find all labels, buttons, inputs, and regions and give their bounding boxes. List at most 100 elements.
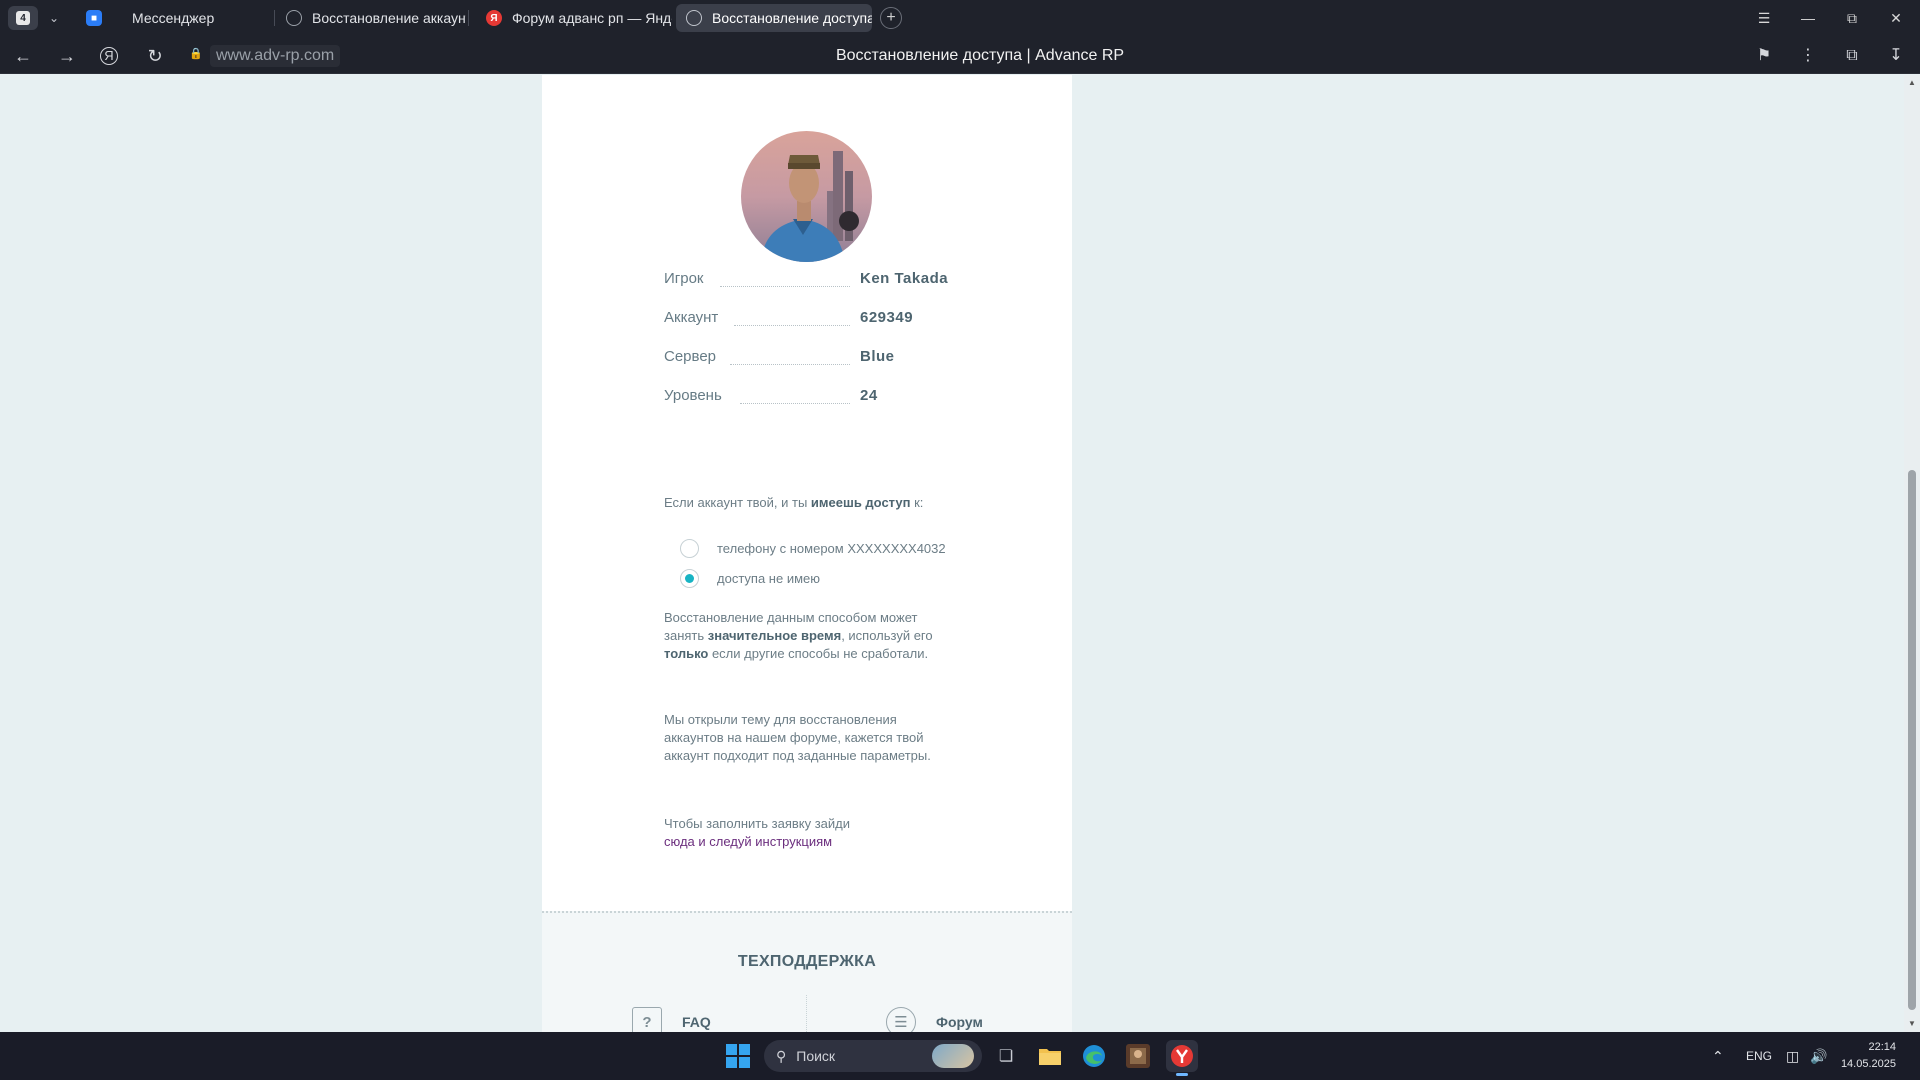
site-favicon-icon	[686, 10, 702, 26]
question-text: Если аккаунт твой, и ты	[664, 495, 811, 510]
forward-icon[interactable]: →	[56, 45, 78, 67]
taskbar: ⚲ Поиск ❏ ⌃ ENG ◫ 🔊 22:14 14.05.2025	[0, 1032, 1920, 1080]
text: Чтобы заполнить заявку зайди	[664, 816, 851, 831]
emphasis: значительное время	[707, 628, 842, 643]
tab-divider	[468, 10, 469, 26]
tab-label: Мессенджер	[132, 10, 215, 26]
dotted-leader	[734, 325, 850, 326]
forum-link[interactable]: ☰ Форум	[886, 1007, 983, 1032]
tab-label: Восстановление доступа	[712, 10, 872, 26]
scrollbar-thumb[interactable]	[1908, 470, 1916, 1010]
option-label: телефону с номером XXXXXXXX4032	[717, 540, 946, 556]
tab-count-badge: 4	[16, 11, 30, 25]
minimize-icon[interactable]: —	[1786, 0, 1830, 36]
scroll-down-icon[interactable]: ▼	[1907, 1019, 1917, 1029]
page-scrollbar[interactable]: ▲ ▼	[1904, 75, 1920, 1032]
volume-icon[interactable]: 🔊	[1810, 1032, 1827, 1080]
dotted-leader	[740, 403, 850, 404]
forum-icon: ☰	[886, 1007, 916, 1032]
search-highlight-image	[932, 1044, 974, 1068]
account-id-value: 629349	[860, 309, 914, 326]
tab-yandex-search[interactable]: Я Форум адванс рп — Яндекс	[476, 4, 672, 32]
tab-count-button[interactable]: 4	[8, 6, 38, 30]
taskbar-search[interactable]: ⚲ Поиск	[764, 1040, 982, 1072]
clock-date: 14.05.2025	[1840, 1058, 1896, 1070]
new-tab-button[interactable]: +	[880, 7, 902, 29]
question-icon: ?	[632, 1007, 662, 1032]
tray-overflow-icon[interactable]: ⌃	[1712, 1032, 1724, 1080]
server-value: Blue	[860, 348, 895, 365]
search-placeholder: Поиск	[796, 1048, 836, 1064]
tab-label: Восстановление аккаунта	[312, 10, 466, 26]
yandex-browser-icon[interactable]	[1166, 1040, 1198, 1076]
page-viewport: Игрок Ken Takada Аккаунт 629349 Сервер B…	[0, 75, 1904, 1032]
faq-link[interactable]: ? FAQ	[632, 1007, 711, 1032]
player-name-value: Ken Takada	[860, 270, 949, 287]
warning-paragraph: Восстановление данным способом может зан…	[664, 609, 959, 663]
system-clock[interactable]: 22:14 14.05.2025	[1836, 1039, 1896, 1073]
question-emphasis: имеешь доступ	[810, 495, 911, 510]
restore-icon[interactable]: ⧉	[1830, 0, 1874, 36]
question-text: к:	[910, 495, 924, 510]
option-phone[interactable]: телефону с номером XXXXXXXX4032	[680, 538, 946, 558]
text: , используй его	[841, 628, 933, 643]
support-section	[542, 911, 1072, 1032]
clock-time: 22:14	[1868, 1041, 1896, 1053]
radio-phone[interactable]	[680, 538, 699, 558]
bookmark-icon[interactable]: ⚑	[1752, 45, 1776, 67]
profile-label: Игрок	[664, 270, 704, 287]
task-view-icon[interactable]: ❏	[990, 1040, 1022, 1072]
access-question: Если аккаунт твой, и ты имеешь доступ к:	[664, 495, 923, 510]
reload-icon[interactable]: ↻	[144, 45, 166, 67]
profile-label: Уровень	[664, 387, 722, 404]
player-avatar	[741, 131, 872, 262]
downloads-icon[interactable]: ↧	[1884, 45, 1908, 67]
level-value: 24	[860, 387, 878, 404]
forum-label: Форум	[936, 1014, 983, 1030]
browser-tab-bar: 4 ⌄ ■ Мессенджер Восстановление аккаунта…	[0, 0, 1920, 36]
profile-label: Сервер	[664, 348, 717, 365]
support-divider	[806, 995, 807, 1032]
scroll-up-icon[interactable]: ▲	[1907, 78, 1917, 88]
dotted-leader	[720, 286, 850, 287]
tab-account-recovery[interactable]: Восстановление аккаунта	[276, 4, 466, 32]
search-icon: ⚲	[776, 1047, 787, 1064]
radio-no-access[interactable]	[680, 568, 699, 588]
more-icon[interactable]: ⋮	[1796, 45, 1820, 67]
windows-start-icon[interactable]	[726, 1044, 750, 1068]
option-no-access[interactable]: доступа не имею	[680, 568, 820, 588]
tab-label: Форум адванс рп — Яндекс	[512, 10, 672, 26]
dotted-leader	[730, 364, 850, 365]
text: если другие способы не сработали.	[708, 646, 929, 661]
yandex-icon: Я	[486, 10, 502, 26]
instructions-link[interactable]: сюда и следуй инструкциям	[664, 834, 832, 849]
profile-row-account: Аккаунт 629349	[664, 309, 984, 331]
address-bar: ← → Я ↻ 🔒 www.adv-rp.com Восстановление …	[0, 36, 1920, 74]
tab-messenger[interactable]: ■ Мессенджер	[76, 4, 272, 32]
recovery-card: Игрок Ken Takada Аккаунт 629349 Сервер B…	[542, 75, 1072, 1032]
profile-row-server: Сервер Blue	[664, 348, 984, 370]
file-explorer-icon[interactable]	[1034, 1040, 1066, 1072]
forum-topic-paragraph: Мы открыли тему для восстановления аккау…	[664, 712, 931, 763]
faq-label: FAQ	[682, 1014, 711, 1030]
option-label: доступа не имею	[717, 570, 820, 586]
collections-icon[interactable]: ⧉	[1840, 45, 1864, 67]
back-icon[interactable]: ←	[12, 45, 34, 67]
edge-browser-icon[interactable]	[1078, 1040, 1110, 1072]
network-icon[interactable]: ◫	[1786, 1032, 1799, 1080]
lock-icon: 🔒	[189, 48, 203, 60]
profile-label: Аккаунт	[664, 309, 719, 326]
tab-divider	[274, 10, 275, 26]
url-field[interactable]: www.adv-rp.com	[210, 45, 341, 67]
tab-access-recovery[interactable]: Восстановление доступа ✕	[676, 4, 872, 32]
support-title: ТЕХПОДДЕРЖКА	[737, 953, 877, 970]
messenger-icon: ■	[86, 10, 102, 26]
browser-menu-icon[interactable]: ☰	[1742, 0, 1786, 36]
site-favicon-icon	[286, 10, 302, 26]
close-window-icon[interactable]: ✕	[1874, 0, 1918, 36]
profile-row-level: Уровень 24	[664, 387, 984, 409]
yandex-home-icon[interactable]: Я	[100, 47, 118, 65]
chevron-down-icon[interactable]: ⌄	[44, 8, 64, 28]
game-app-icon[interactable]	[1122, 1040, 1154, 1072]
language-indicator[interactable]: ENG	[1746, 1032, 1772, 1080]
